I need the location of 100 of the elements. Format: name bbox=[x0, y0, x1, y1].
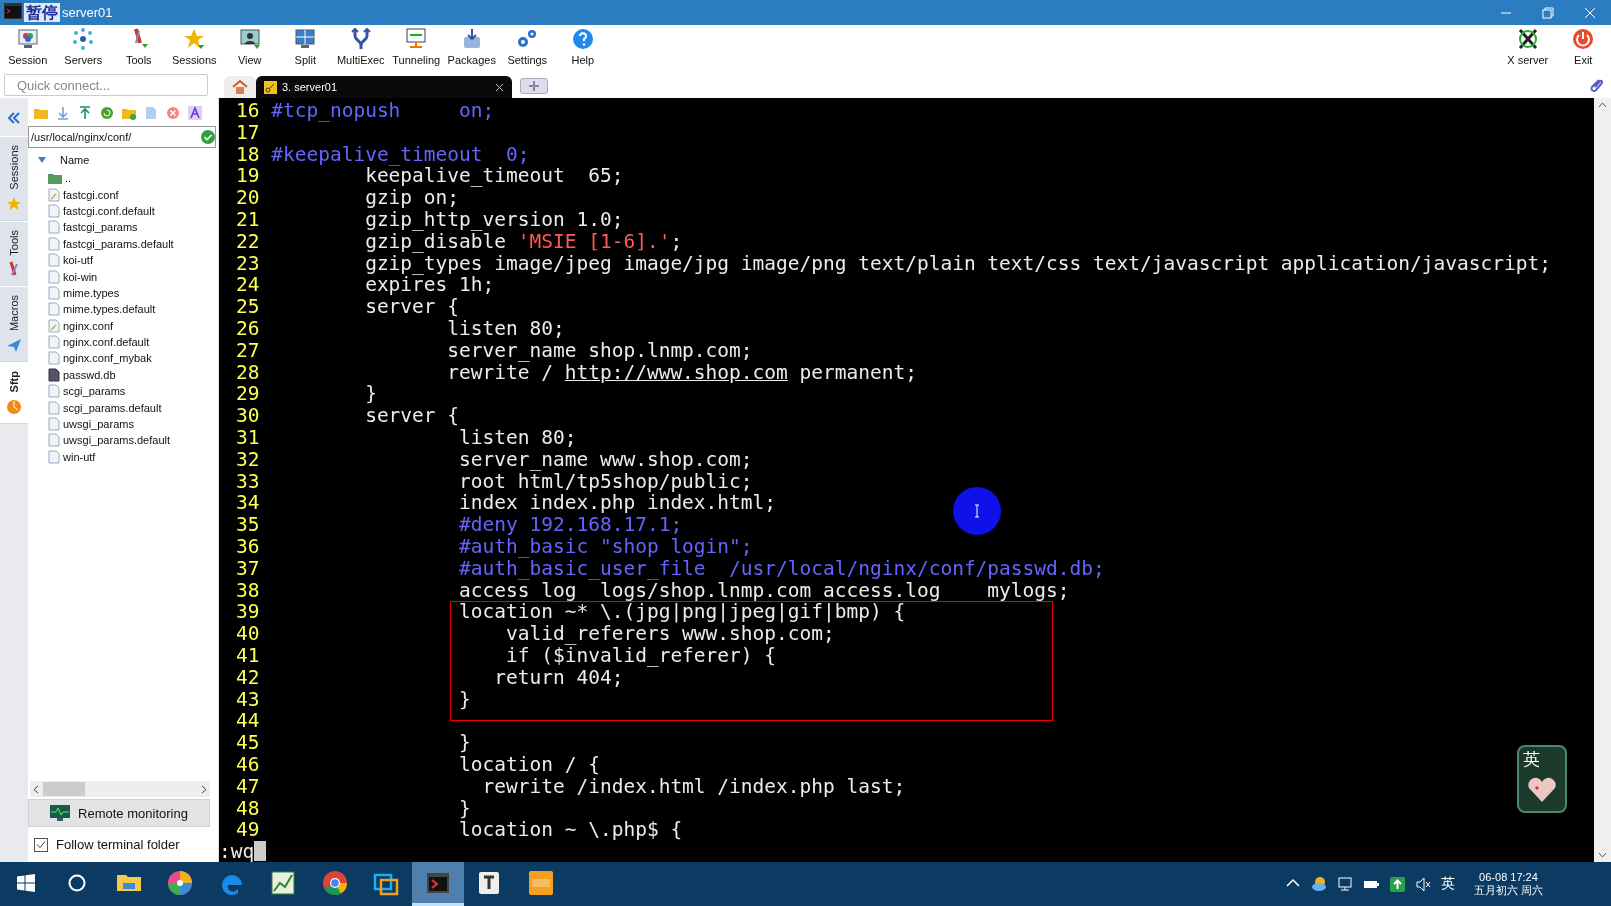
file-name[interactable]: nginx.conf_mybak bbox=[63, 352, 152, 365]
toolbar-button[interactable]: Sessions bbox=[166, 25, 222, 72]
file-name[interactable]: passwd.db bbox=[63, 368, 116, 381]
file-name[interactable]: scgi_params bbox=[63, 385, 126, 398]
link[interactable]: http://www.shop.com bbox=[564, 360, 788, 384]
collapse-icon[interactable] bbox=[7, 112, 21, 124]
file-name[interactable]: .. bbox=[65, 172, 72, 185]
code-line: #tcp_nopush on; bbox=[271, 100, 495, 122]
line-number: 42 bbox=[236, 666, 261, 689]
file-name[interactable]: fastcgi_params bbox=[63, 221, 138, 234]
line-number: 25 bbox=[236, 296, 261, 318]
checkbox-label[interactable]: Follow terminal folder bbox=[56, 837, 180, 852]
code-line: server_name shop.lnmp.com; bbox=[446, 339, 753, 362]
line-number: 32 bbox=[236, 448, 261, 471]
mute-icon[interactable] bbox=[1414, 875, 1432, 893]
column-header[interactable]: Name bbox=[60, 154, 90, 166]
file-name[interactable]: koi-utf bbox=[63, 254, 93, 267]
update-icon[interactable] bbox=[1388, 875, 1406, 893]
check-icon bbox=[36, 840, 46, 849]
code-line: valid_referers www.shop.com; bbox=[505, 623, 835, 645]
line-number: 21 bbox=[236, 209, 261, 231]
clock-date[interactable]: 五月初六 周六 bbox=[1473, 884, 1543, 897]
upload-icon[interactable] bbox=[78, 106, 92, 120]
vertical-scrollbar[interactable] bbox=[1594, 98, 1611, 862]
text-icon[interactable] bbox=[188, 106, 202, 120]
scroll-up-icon bbox=[1598, 102, 1607, 108]
toolbar-button[interactable]: Split bbox=[277, 25, 333, 72]
toolbar-button[interactable]: Help bbox=[555, 25, 611, 72]
toolbar-button[interactable]: Tunneling bbox=[388, 25, 444, 72]
file-name[interactable]: mime.types.default bbox=[63, 303, 156, 316]
file-name[interactable]: koi-win bbox=[63, 270, 98, 283]
toolbar-button[interactable]: MultiExec bbox=[333, 25, 389, 72]
code-line: rewrite /index.html /index.php last; bbox=[481, 775, 906, 798]
paperclip-icon[interactable] bbox=[1589, 77, 1603, 93]
new-tab-button[interactable] bbox=[520, 78, 548, 94]
file-icon bbox=[48, 253, 60, 268]
line-number: 36 bbox=[236, 535, 261, 558]
toolbar-button[interactable]: Servers bbox=[55, 25, 111, 72]
expand-arrow-icon[interactable] bbox=[38, 157, 46, 163]
clock-time[interactable]: 06-08 17:24 bbox=[1479, 871, 1538, 884]
quick-connect-field[interactable]: Quick connect... bbox=[4, 74, 208, 96]
weather-icon[interactable] bbox=[1310, 875, 1328, 893]
x-server-button[interactable]: X server bbox=[1500, 25, 1556, 72]
search-icon bbox=[68, 873, 87, 892]
file-name[interactable]: fastcgi_params.default bbox=[63, 237, 174, 250]
file-icon bbox=[48, 449, 60, 464]
house-icon bbox=[232, 80, 248, 94]
remote-monitoring-button[interactable]: Remote monitoring bbox=[28, 799, 210, 827]
file-name[interactable]: fastcgi.conf.default bbox=[63, 204, 155, 217]
ime-widget-label: 英 bbox=[1523, 749, 1540, 771]
scroll-right-icon bbox=[201, 784, 207, 794]
file-name[interactable]: win-utf bbox=[63, 450, 96, 463]
side-tab[interactable]: Macros bbox=[0, 286, 28, 363]
star-icon bbox=[182, 27, 207, 51]
toolbar-button[interactable]: Settings bbox=[499, 25, 555, 72]
horizontal-scrollbar[interactable] bbox=[30, 781, 210, 797]
taskbar-app[interactable] bbox=[412, 862, 464, 906]
monitor-icon bbox=[237, 27, 262, 51]
toolbar-button[interactable]: Packages bbox=[444, 25, 500, 72]
exit-button[interactable]: Exit bbox=[1555, 25, 1611, 72]
file-name[interactable]: mime.types bbox=[63, 286, 120, 299]
file-name[interactable]: scgi_params.default bbox=[63, 401, 162, 414]
code-line: location ~* \.(jpg|png|jpeg|gif|bmp) { bbox=[458, 601, 906, 624]
file-icon bbox=[48, 236, 60, 251]
file-name[interactable]: nginx.conf bbox=[63, 319, 114, 332]
file-name[interactable]: uwsgi_params bbox=[63, 418, 134, 431]
file-name[interactable]: uwsgi_params.default bbox=[63, 434, 170, 447]
line-number: 44 bbox=[236, 710, 261, 733]
key-icon bbox=[264, 80, 277, 94]
refresh-icon[interactable] bbox=[100, 106, 114, 120]
home-tab[interactable] bbox=[224, 76, 256, 98]
toolbar-button[interactable]: Session bbox=[0, 25, 56, 72]
file-name[interactable]: nginx.conf.default bbox=[63, 336, 150, 349]
line-number: 27 bbox=[236, 339, 261, 362]
toolbar-button[interactable]: View bbox=[222, 25, 278, 72]
path-field[interactable]: /usr/local/nginx/conf/ bbox=[28, 126, 216, 148]
edited-file-icon bbox=[48, 318, 60, 333]
network-icon[interactable] bbox=[1336, 875, 1354, 893]
close-icon[interactable] bbox=[495, 82, 504, 92]
globe-icon bbox=[6, 398, 22, 415]
check-icon[interactable] bbox=[201, 130, 215, 144]
new-folder-icon[interactable] bbox=[122, 106, 136, 120]
paper-plane-icon bbox=[6, 337, 22, 354]
line-number: 26 bbox=[236, 317, 261, 340]
file-icon bbox=[48, 384, 60, 399]
download-icon[interactable] bbox=[56, 106, 70, 120]
session-tab[interactable]: 3. server01 bbox=[256, 76, 512, 98]
side-tab[interactable]: Sftp bbox=[0, 362, 28, 424]
code-line: gzip_disable 'MSIE [1-6].'; bbox=[364, 230, 683, 253]
side-tab[interactable]: Tools bbox=[0, 220, 28, 287]
toolbar-button[interactable]: Tools bbox=[111, 25, 167, 72]
monitor-icon bbox=[50, 805, 71, 821]
file-icon bbox=[48, 269, 60, 284]
line-number: 40 bbox=[236, 623, 261, 645]
input-method-indicator[interactable]: 英 bbox=[1440, 875, 1455, 893]
code-line: return 404; bbox=[493, 666, 624, 689]
checkbox[interactable] bbox=[34, 837, 48, 852]
restore-icon[interactable] bbox=[1542, 6, 1554, 19]
side-tab[interactable]: Sessions bbox=[0, 136, 28, 221]
file-name[interactable]: fastcgi.conf bbox=[63, 188, 119, 201]
